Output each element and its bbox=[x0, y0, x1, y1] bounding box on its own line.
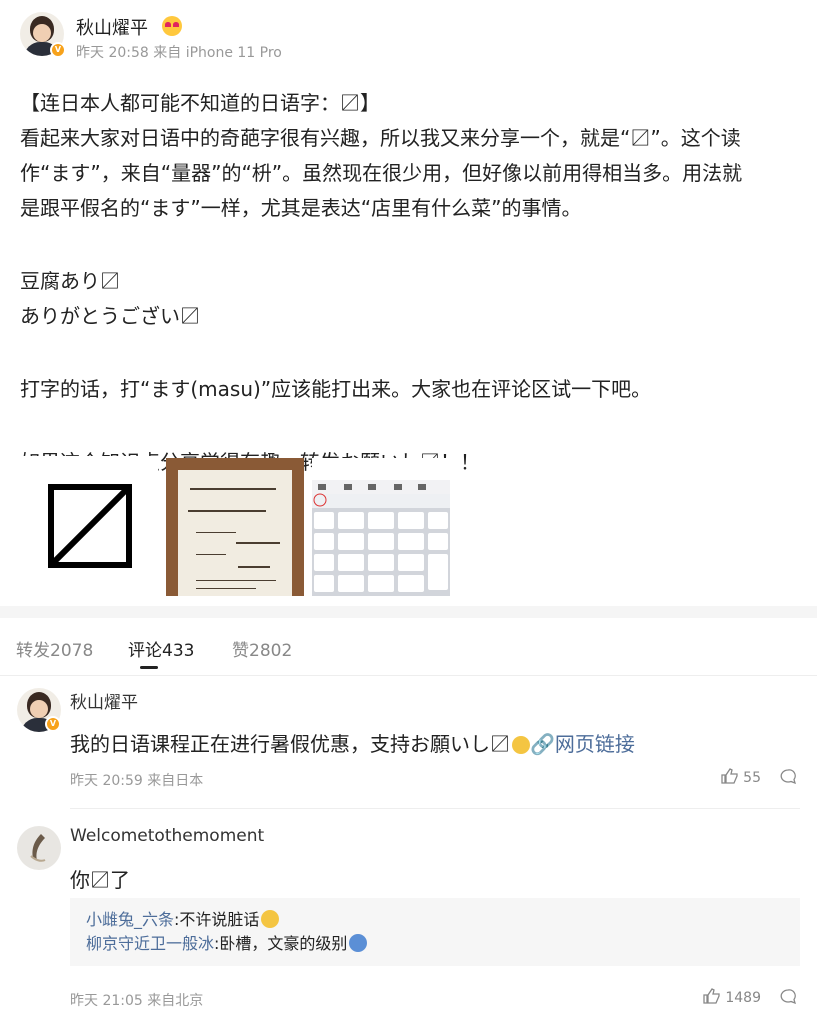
reply-username[interactable]: 柳京守近卫一般冰 bbox=[86, 934, 214, 953]
post-title-line: 【连日本人都可能不知道的日语字：〼】 bbox=[20, 91, 380, 115]
comment-text-body: 我的日语课程正在进行暑假优惠，支持お願いし〼 bbox=[70, 732, 510, 756]
author-name[interactable]: 秋山燿平 bbox=[76, 14, 148, 40]
reply-icon[interactable] bbox=[779, 768, 797, 784]
section-divider bbox=[0, 606, 817, 618]
link-icon[interactable]: 🔗 bbox=[530, 732, 555, 756]
post-images bbox=[20, 456, 460, 598]
interaction-tabs: 转发2078 评论433 赞2802 bbox=[0, 618, 817, 676]
reply-username[interactable]: 小雌兔_六条 bbox=[86, 910, 174, 929]
comment-item: Welcometothemoment 你〼了 小雌兔_六条:不许说脏话 柳京守近… bbox=[0, 826, 817, 1016]
post-line: 看起来大家对日语中的奇葩字很有兴趣，所以我又来分享一个，就是“〼”。这个读 bbox=[20, 126, 741, 150]
commenter-avatar[interactable] bbox=[17, 826, 61, 870]
post-line: 打字的话，打“ます(masu)”应该能打出来。大家也在评论区试一下吧。 bbox=[20, 377, 652, 401]
verified-badge-icon: V bbox=[50, 42, 66, 58]
reply-preview-box[interactable]: 小雌兔_六条:不许说脏话 柳京守近卫一般冰:卧槽，文豪的级别 bbox=[70, 898, 800, 966]
reply-text: :卧槽，文豪的级别 bbox=[214, 934, 348, 953]
post-meta: 昨天 20:58 来自 iPhone 11 Pro bbox=[76, 45, 282, 61]
comment-meta: 昨天 21:05 来自北京 bbox=[70, 993, 204, 1009]
like-count: 55 bbox=[743, 770, 761, 786]
tab-comments[interactable]: 评论433 bbox=[128, 636, 194, 661]
commenter-name[interactable]: Welcometothemoment bbox=[70, 826, 264, 846]
post-body: 【连日本人都可能不知道的日语字：〼】 看起来大家对日语中的奇葩字很有兴趣，所以我… bbox=[20, 86, 810, 480]
thumbs-up-icon[interactable] bbox=[721, 768, 739, 784]
reply-item: 柳京守近卫一般冰:卧槽，文豪的级别 bbox=[86, 932, 784, 956]
commenter-name[interactable]: 秋山燿平 bbox=[70, 688, 138, 713]
comment-text: 你〼了 bbox=[70, 868, 130, 892]
masu-symbol-image[interactable] bbox=[20, 456, 158, 596]
reply-item: 小雌兔_六条:不许说脏话 bbox=[86, 908, 784, 932]
comment-separator bbox=[70, 808, 800, 809]
post-example-line: ありがとうござい〼 bbox=[20, 304, 200, 328]
comment-item: V 秋山燿平 我的日语课程正在进行暑假优惠，支持お願いし〼 🔗网页链接 昨天 20… bbox=[0, 688, 817, 798]
thumbs-up-icon[interactable] bbox=[703, 988, 721, 1004]
crying-emoji-icon bbox=[261, 910, 280, 928]
post-header: V 秋山燿平 昨天 20:58 来自 iPhone 11 Pro bbox=[20, 12, 800, 62]
shop-sign-photo[interactable] bbox=[166, 458, 304, 596]
comment-actions: 1489 bbox=[703, 988, 797, 1006]
post-line: 是跟平假名的“ます”一样，尤其是表达“店里有什么菜”的事情。 bbox=[20, 196, 582, 220]
web-link[interactable]: 网页链接 bbox=[555, 732, 635, 756]
tab-likes[interactable]: 赞2802 bbox=[232, 636, 292, 661]
active-tab-indicator bbox=[140, 666, 158, 669]
shocked-emoji-icon bbox=[349, 934, 368, 952]
tab-reposts[interactable]: 转发2078 bbox=[16, 636, 93, 661]
heart-eyes-emoji-icon bbox=[162, 16, 182, 36]
keyboard-screenshot[interactable] bbox=[312, 458, 450, 596]
comment-meta: 昨天 20:59 来自日本 bbox=[70, 773, 204, 789]
reply-icon[interactable] bbox=[779, 988, 797, 1004]
reply-text: :不许说脏话 bbox=[174, 910, 260, 929]
comment-actions: 55 bbox=[721, 768, 797, 786]
post-line: 作“ます”，来自“量器”的“枡”。虽然现在很少用，但好像以前用得相当多。用法就 bbox=[20, 161, 743, 185]
post-example-line: 豆腐あり〼 bbox=[20, 269, 120, 293]
cat-emoji-icon bbox=[512, 736, 530, 754]
like-count: 1489 bbox=[725, 990, 761, 1006]
comment-text: 我的日语课程正在进行暑假优惠，支持お願いし〼 🔗网页链接 bbox=[70, 728, 635, 757]
verified-badge-icon: V bbox=[45, 716, 61, 732]
